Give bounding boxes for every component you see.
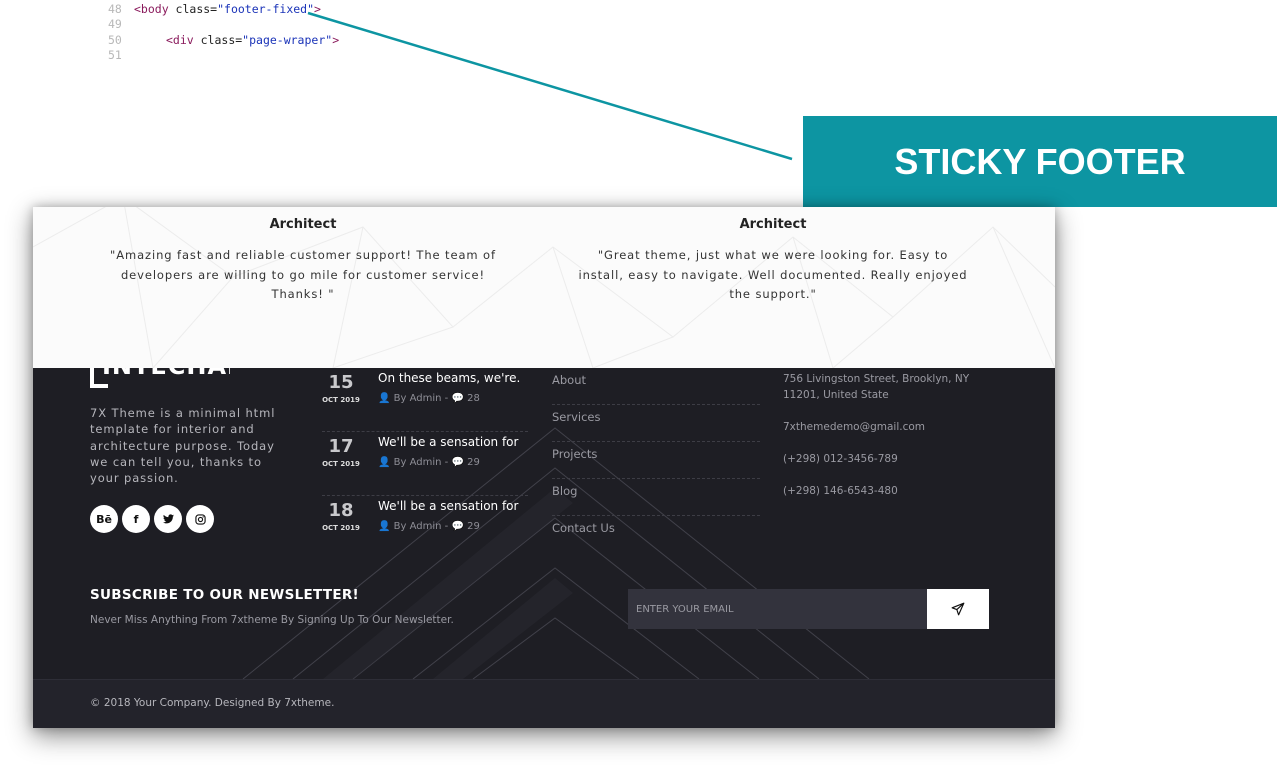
- contact-phone[interactable]: (+298) 146-6543-480: [783, 483, 998, 499]
- footer-bottom-bar: © 2018 Your Company. Designed By 7xtheme…: [33, 679, 1055, 728]
- footer-logo[interactable]: INTECHAPE: [90, 368, 230, 390]
- post-date: 15 OCT 2019: [322, 368, 360, 404]
- post-day: 18: [328, 500, 354, 521]
- testimonial-quote: "Great theme, just what we were looking …: [578, 248, 968, 301]
- twitter-icon[interactable]: [154, 505, 182, 533]
- user-icon: 👤: [378, 393, 391, 404]
- post-title[interactable]: On these beams, we're.: [378, 371, 520, 385]
- post-month: OCT 2019: [322, 460, 360, 468]
- post-date: 18 OCT 2019: [322, 496, 360, 532]
- recent-post[interactable]: 15 OCT 2019 On these beams, we're. 👤 By …: [322, 368, 530, 432]
- post-comments: 29: [467, 521, 480, 532]
- contact-phone[interactable]: (+298) 012-3456-789: [783, 451, 998, 467]
- post-meta: 👤 By Admin - 💬 28: [378, 393, 480, 404]
- paper-plane-icon: [951, 602, 965, 616]
- user-icon: 👤: [378, 457, 391, 468]
- newsletter-email-input[interactable]: [628, 589, 927, 629]
- post-author: By Admin: [393, 457, 442, 468]
- contact-address: 756 Livingston Street, Brooklyn, NY 1120…: [783, 373, 970, 401]
- newsletter-subtitle: Never Miss Anything From 7xtheme By Sign…: [90, 614, 454, 626]
- footer-contact: 756 Livingston Street, Brooklyn, NY 1120…: [783, 371, 998, 515]
- post-meta: 👤 By Admin - 💬 29: [378, 457, 480, 468]
- post-date: 17 OCT 2019: [322, 432, 360, 468]
- post-month: OCT 2019: [322, 524, 360, 532]
- newsletter-title: SUBSCRIBE TO OUR NEWSLETTER!: [90, 587, 360, 603]
- post-title[interactable]: We'll be a sensation for: [378, 435, 518, 449]
- footer-link-services[interactable]: Services: [552, 405, 760, 442]
- post-comments: 28: [467, 393, 480, 404]
- post-comments: 29: [467, 457, 480, 468]
- instagram-icon[interactable]: [186, 505, 214, 533]
- footer-about-text: 7X Theme is a minimal html template for …: [90, 406, 276, 486]
- post-meta: 👤 By Admin - 💬 29: [378, 521, 480, 532]
- post-month: OCT 2019: [322, 396, 360, 404]
- recent-post[interactable]: 17 OCT 2019 We'll be a sensation for 👤 B…: [322, 432, 530, 496]
- post-author: By Admin: [393, 393, 442, 404]
- footer-link-about[interactable]: About: [552, 368, 760, 405]
- testimonials-section: Architect "Amazing fast and reliable cus…: [33, 207, 1055, 368]
- copyright-text: © 2018 Your Company. Designed By 7xtheme…: [90, 697, 335, 709]
- testimonial-quote: "Amazing fast and reliable customer supp…: [110, 248, 496, 301]
- footer-link-contact[interactable]: Contact Us: [552, 516, 760, 553]
- recent-post[interactable]: 18 OCT 2019 We'll be a sensation for 👤 B…: [322, 496, 530, 560]
- footer-link-projects[interactable]: Projects: [552, 442, 760, 479]
- testimonial-role: Architect: [739, 217, 807, 232]
- post-day: 15: [328, 372, 354, 393]
- facebook-icon[interactable]: f: [122, 505, 150, 533]
- footer-link-blog[interactable]: Blog: [552, 479, 760, 516]
- contact-email[interactable]: 7xthemedemo@gmail.com: [783, 419, 998, 435]
- comment-icon: 💬: [451, 521, 464, 532]
- logo-text: INTECHAPE: [102, 368, 230, 380]
- behance-icon[interactable]: Bē: [90, 505, 118, 533]
- site-footer: INTECHAPE 7X Theme is a minimal html tem…: [33, 368, 1055, 728]
- footer-preview-screenshot: Architect "Amazing fast and reliable cus…: [33, 207, 1055, 728]
- sticky-footer-callout: STICKY FOOTER: [803, 116, 1277, 207]
- comment-icon: 💬: [451, 457, 464, 468]
- post-author: By Admin: [393, 521, 442, 532]
- post-title[interactable]: We'll be a sensation for: [378, 499, 518, 513]
- newsletter-submit-button[interactable]: [927, 589, 989, 629]
- testimonial-role: Architect: [269, 217, 337, 232]
- user-icon: 👤: [378, 521, 391, 532]
- testimonial-card: Architect "Great theme, just what we wer…: [578, 217, 968, 305]
- comment-icon: 💬: [451, 393, 464, 404]
- social-links: Bē f: [90, 505, 214, 533]
- post-day: 17: [328, 436, 354, 457]
- testimonial-card: Architect "Amazing fast and reliable cus…: [108, 217, 498, 305]
- footer-links: About Services Projects Blog Contact Us: [552, 368, 760, 553]
